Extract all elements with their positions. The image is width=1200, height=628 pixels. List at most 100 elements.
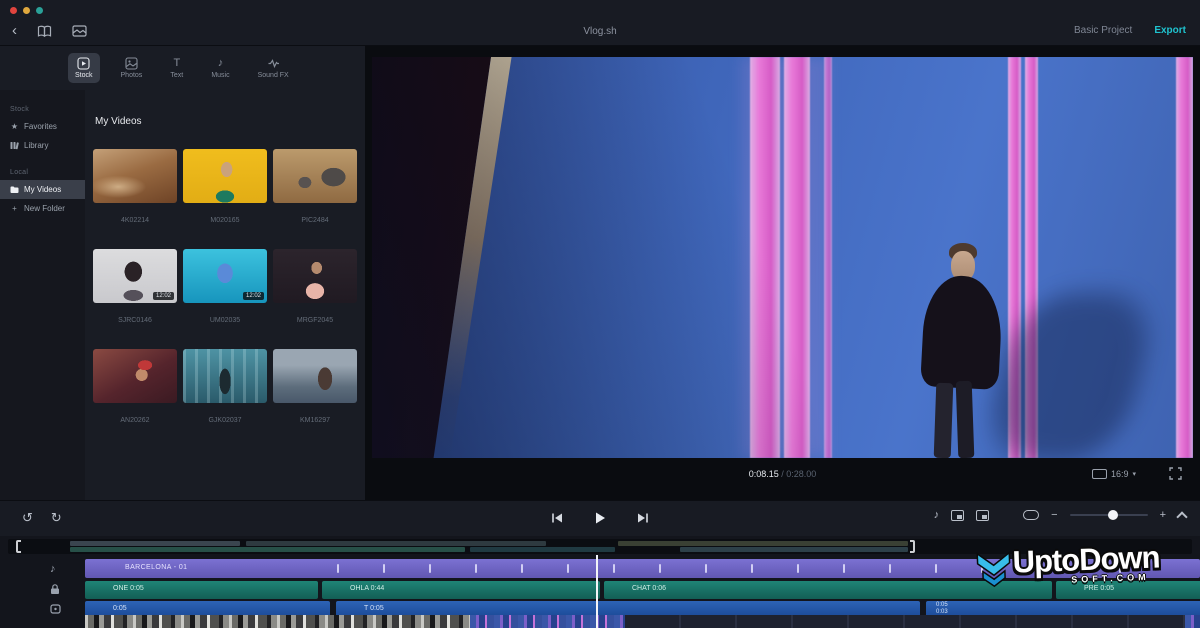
sound-fx-icon: [267, 57, 280, 70]
toolbar: ↺ ↻ ♪ − +: [0, 500, 1200, 536]
video-thumbnail[interactable]: [273, 249, 357, 303]
video-card[interactable]: PIC2484: [273, 149, 357, 226]
minimap-range-handle[interactable]: [16, 540, 21, 553]
media-nav: Stock ★ Favorites Library Local My Video…: [0, 90, 85, 500]
app-window: ‹ Vlog.sh Basic Project Export: [0, 0, 1200, 628]
export-button[interactable]: Export: [1154, 25, 1186, 36]
video-thumbnail[interactable]: [93, 149, 177, 203]
next-frame-button[interactable]: [637, 512, 649, 524]
star-icon: ★: [10, 122, 19, 131]
previous-frame-button[interactable]: [551, 512, 563, 524]
nav-item-favorites[interactable]: ★ Favorites: [0, 117, 85, 136]
nav-section-local: Local: [0, 165, 85, 180]
library-icon: [10, 141, 19, 150]
video-card[interactable]: 4K02214: [93, 149, 177, 226]
project-title[interactable]: Vlog.sh: [0, 26, 1200, 37]
video-name: AN20262: [93, 416, 177, 426]
track-audio-icon[interactable]: ♪: [50, 563, 56, 575]
minimap-range-handle[interactable]: [910, 540, 915, 553]
video-track: [0, 615, 1200, 628]
window-controls: [10, 7, 43, 14]
tab-text[interactable]: T Text: [163, 53, 190, 83]
video-card[interactable]: 12:02 UM02035: [183, 249, 267, 326]
preview-area: 0:08.15 / 0:28.00 16:9 ▾: [365, 46, 1200, 500]
video-thumbnail[interactable]: [183, 149, 267, 203]
audio-track[interactable]: BARCELONA - 01: [85, 559, 1200, 578]
video-name: KM16297: [273, 416, 357, 426]
text-clip[interactable]: OHLA 0:44: [322, 581, 600, 599]
duration-badge: 12:02: [243, 292, 264, 300]
video-name: M020165: [183, 216, 267, 226]
video-thumbnail[interactable]: [273, 349, 357, 403]
photos-icon: [125, 57, 138, 70]
audio-track-icon[interactable]: ♪: [934, 509, 940, 521]
video-name: PIC2484: [273, 216, 357, 226]
video-grid: 4K02214 M020165 PIC2484 12:02 SJRC0146 1…: [93, 149, 357, 449]
nav-section-stock: Stock: [0, 102, 85, 117]
playhead[interactable]: [596, 555, 598, 628]
timeline-minimap[interactable]: [8, 539, 1192, 554]
effects-icon[interactable]: [976, 510, 989, 521]
video-thumbnail[interactable]: [273, 149, 357, 203]
diagonal-shadow: [372, 57, 1193, 458]
play-button[interactable]: [593, 511, 607, 525]
media-content: My Videos 4K02214 M020165 PIC2484 12:02 …: [85, 90, 365, 500]
chevron-down-icon: ▾: [1132, 470, 1136, 478]
music-icon: ♪: [214, 57, 227, 70]
nav-item-library[interactable]: Library: [0, 136, 85, 155]
zoom-out-icon[interactable]: −: [1051, 509, 1057, 521]
fit-timeline-icon[interactable]: [1023, 510, 1039, 520]
nav-item-my-videos[interactable]: My Videos: [0, 180, 85, 199]
tab-soundfx[interactable]: Sound FX: [251, 53, 296, 83]
text-clip[interactable]: PRE 0:05: [1056, 581, 1200, 599]
video-name: SJRC0146: [93, 316, 177, 326]
video-card[interactable]: MRGF2045: [273, 249, 357, 326]
video-clip-filmstrip[interactable]: [625, 615, 1185, 628]
media-tabs: Stock Photos T Text ♪ Music Sound FX: [0, 46, 365, 90]
video-frame[interactable]: [372, 57, 1193, 458]
tab-label: Sound FX: [258, 72, 289, 79]
video-card[interactable]: KM16297: [273, 349, 357, 426]
video-thumbnail[interactable]: 12:02: [183, 249, 267, 303]
video-thumbnail[interactable]: [93, 349, 177, 403]
monitor-icon: [1092, 469, 1107, 479]
video-card[interactable]: M020165: [183, 149, 267, 226]
video-clip-filmstrip[interactable]: [470, 615, 625, 628]
plus-icon: +: [10, 204, 19, 213]
tab-music[interactable]: ♪ Music: [204, 53, 236, 83]
text-clip[interactable]: CHAT 0:06: [604, 581, 1052, 599]
maximize-window-button[interactable]: [36, 7, 43, 14]
title-bar: ‹ Vlog.sh Basic Project Export: [0, 0, 1200, 46]
video-card[interactable]: AN20262: [93, 349, 177, 426]
tab-label: Text: [170, 72, 183, 79]
nav-label: Library: [24, 141, 48, 150]
aspect-ratio-selector[interactable]: 16:9 ▾: [1092, 469, 1136, 479]
ratio-value: 16:9: [1111, 469, 1129, 479]
duration-badge: 12:02: [153, 292, 174, 300]
fullscreen-icon[interactable]: [1169, 467, 1182, 480]
pip-overlay-icon[interactable]: [951, 510, 964, 521]
beat-ticks: [85, 559, 1200, 578]
video-name: 4K02214: [93, 216, 177, 226]
video-thumbnail[interactable]: [183, 349, 267, 403]
timecode: 0:08.15 / 0:28.00: [365, 469, 1200, 479]
basic-project-button[interactable]: Basic Project: [1074, 25, 1132, 36]
close-window-button[interactable]: [10, 7, 17, 14]
video-card[interactable]: 12:02 SJRC0146: [93, 249, 177, 326]
video-card[interactable]: GJK02037: [183, 349, 267, 426]
video-clip-filmstrip[interactable]: [85, 615, 470, 628]
nav-item-new-folder[interactable]: + New Folder: [0, 199, 85, 218]
tab-stock[interactable]: Stock: [68, 53, 100, 83]
tab-label: Photos: [121, 72, 143, 79]
collapse-timeline-icon[interactable]: [1176, 511, 1187, 522]
text-icon: T: [170, 57, 183, 70]
timeline-zoom-slider[interactable]: [1070, 514, 1148, 516]
zoom-slider-knob[interactable]: [1108, 510, 1118, 520]
zoom-in-icon[interactable]: +: [1160, 509, 1166, 521]
video-thumbnail[interactable]: 12:02: [93, 249, 177, 303]
timeline: ♪ BARCELONA - 01 ONE 0:05 OHLA 0:44 CHAT…: [0, 536, 1200, 628]
tab-photos[interactable]: Photos: [114, 53, 150, 83]
text-clip[interactable]: ONE 0:05: [85, 581, 318, 599]
minimize-window-button[interactable]: [23, 7, 30, 14]
video-clip-filmstrip[interactable]: [1185, 615, 1200, 628]
